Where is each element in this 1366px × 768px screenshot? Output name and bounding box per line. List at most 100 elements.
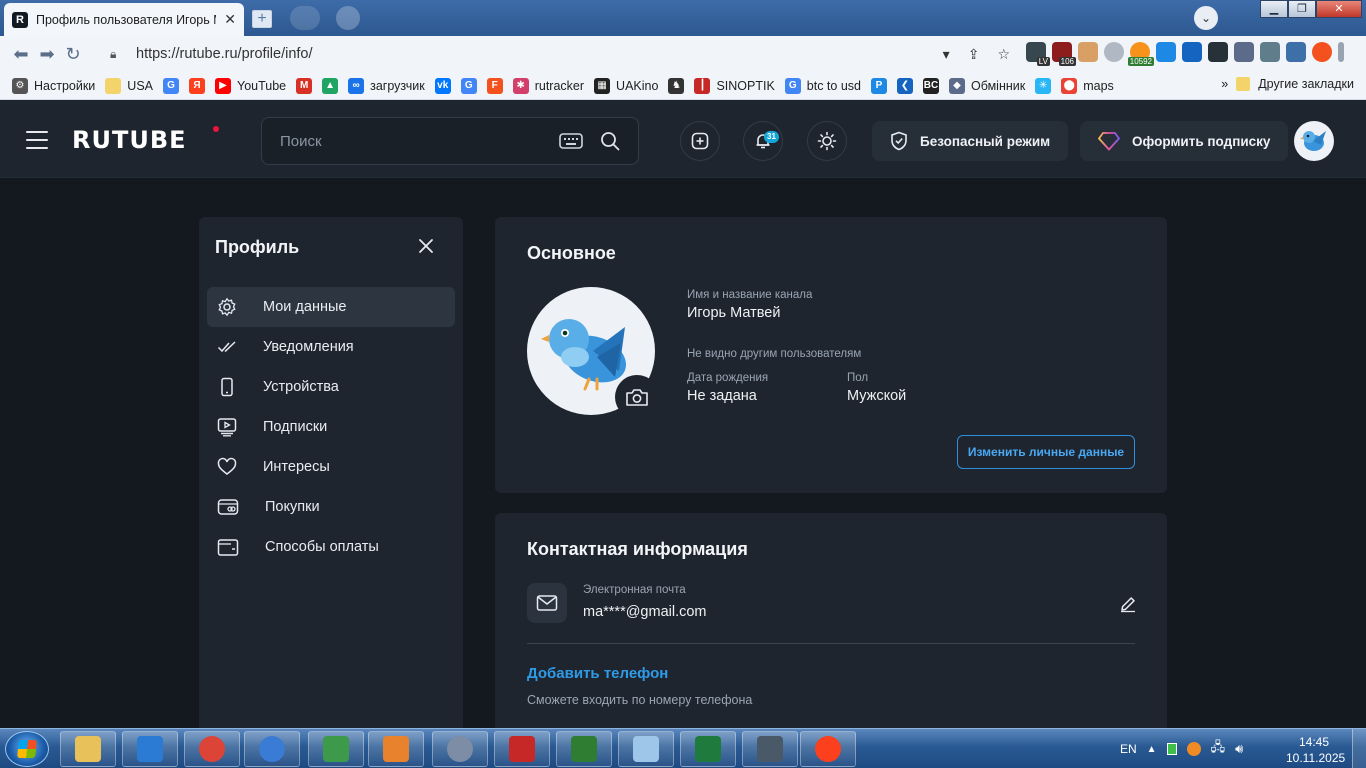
- menu-dots-icon[interactable]: [1338, 42, 1344, 62]
- sidebar-item-my-data[interactable]: Мои данные: [207, 287, 455, 327]
- system-clock[interactable]: 14:45 10.11.2025: [1286, 734, 1345, 766]
- extension-download-icon[interactable]: [1156, 42, 1176, 62]
- extension-globe-icon[interactable]: LV: [1026, 42, 1050, 66]
- taskbar-app-button[interactable]: [184, 731, 240, 767]
- sidebar-item-notifications[interactable]: Уведомления: [207, 327, 455, 367]
- forward-icon[interactable]: ➡: [34, 44, 60, 65]
- subscribe-button[interactable]: Оформить подписку: [1080, 121, 1289, 161]
- keyboard-icon[interactable]: [559, 132, 583, 150]
- taskbar-app-button[interactable]: [800, 731, 856, 767]
- bookmark-item[interactable]: ⬤ maps: [1061, 77, 1114, 94]
- taskbar-app-button[interactable]: [60, 731, 116, 767]
- taskbar-app-button[interactable]: [494, 731, 550, 767]
- chevron-down-icon[interactable]: ▾: [943, 46, 950, 63]
- browser-tab-active[interactable]: R Профиль пользователя Игорь Ма ✕: [4, 3, 244, 36]
- tab-search-chevron-icon[interactable]: ⌄: [1194, 6, 1218, 30]
- bookmark-item[interactable]: ✳: [1035, 77, 1052, 94]
- window-close-button[interactable]: ✕: [1316, 0, 1362, 18]
- search-icon[interactable]: [600, 131, 620, 151]
- language-indicator[interactable]: EN: [1120, 742, 1137, 756]
- minimize-button[interactable]: ▁: [1260, 0, 1288, 18]
- taskbar-app-button[interactable]: [122, 731, 178, 767]
- battery-icon[interactable]: [1166, 743, 1177, 755]
- sidebar-item-interests[interactable]: Интересы: [207, 447, 455, 487]
- taskbar-app-button[interactable]: [308, 731, 364, 767]
- bookmark-item[interactable]: BC: [922, 77, 939, 94]
- tray-app-icon[interactable]: [1186, 742, 1201, 756]
- tray-expand-icon[interactable]: ▲: [1147, 744, 1157, 755]
- sidebar-item-purchases[interactable]: Покупки: [207, 487, 455, 527]
- safe-mode-button[interactable]: Безопасный режим: [872, 121, 1069, 161]
- bookmark-item[interactable]: ❮: [896, 77, 913, 94]
- extension-face-icon[interactable]: [1078, 42, 1098, 62]
- bookmark-item[interactable]: ⚙ Настройки: [12, 77, 95, 94]
- bookmark-item[interactable]: ∞ загрузчик: [348, 77, 425, 94]
- new-tab-button[interactable]: +: [252, 10, 272, 28]
- edit-personal-data-button[interactable]: Изменить личные данные: [957, 435, 1135, 469]
- bookmark-item[interactable]: P: [870, 77, 887, 94]
- bookmark-item[interactable]: USA: [105, 77, 153, 94]
- sidebar-item-payment-methods[interactable]: Способы оплаты: [207, 527, 455, 567]
- network-icon[interactable]: 🖧︎: [1211, 738, 1226, 760]
- back-icon[interactable]: ⬅: [8, 44, 34, 65]
- add-phone-link[interactable]: Добавить телефон: [527, 665, 668, 682]
- bookmark-item[interactable]: Gbtc to usd: [784, 77, 861, 94]
- url-text[interactable]: https://rutube.ru/profile/info/: [136, 46, 943, 62]
- bookmark-item[interactable]: G: [163, 77, 179, 94]
- taskbar-app-button[interactable]: [618, 731, 674, 767]
- taskbar-app-button[interactable]: [556, 731, 612, 767]
- bookmark-item[interactable]: F: [486, 77, 503, 94]
- taskbar-app-button[interactable]: [680, 731, 736, 767]
- explorer-icon: [75, 736, 101, 762]
- close-tab-icon[interactable]: ✕: [224, 11, 236, 28]
- change-avatar-button[interactable]: [615, 375, 659, 419]
- volume-icon[interactable]: 🔊︎: [1235, 741, 1243, 757]
- bookmark-item[interactable]: M: [296, 77, 313, 94]
- extension-y-icon[interactable]: [1182, 42, 1202, 62]
- user-avatar[interactable]: [1294, 121, 1334, 161]
- taskbar-app-button[interactable]: [368, 731, 424, 767]
- close-icon[interactable]: [417, 237, 435, 255]
- bookmark-item[interactable]: ▦ UAKino: [594, 77, 658, 94]
- bookmark-star-icon[interactable]: ☆: [997, 46, 1010, 63]
- taskbar-app-button[interactable]: [432, 731, 488, 767]
- address-bar[interactable]: 🔒︎ https://rutube.ru/profile/info/ ▾ ⇪ ☆: [100, 40, 1020, 68]
- extension-bitcoin-icon[interactable]: 10592: [1127, 42, 1154, 66]
- bookmark-item[interactable]: ▲: [322, 77, 339, 94]
- other-bookmarks-button[interactable]: Другие закладки: [1258, 77, 1354, 91]
- sidebar-item-subscriptions[interactable]: Подписки: [207, 407, 455, 447]
- taskbar-app-button[interactable]: [742, 731, 798, 767]
- show-desktop-button[interactable]: [1352, 729, 1366, 768]
- reading-list-icon[interactable]: [1260, 42, 1280, 62]
- reload-icon[interactable]: ↻: [60, 44, 86, 65]
- upload-button[interactable]: [680, 121, 720, 161]
- menu-hamburger-icon[interactable]: [26, 131, 48, 155]
- share-icon[interactable]: ⇪: [968, 46, 980, 63]
- bookmark-item[interactable]: Я: [189, 77, 205, 94]
- bookmark-item[interactable]: ┃ SINOPTIK: [694, 77, 775, 94]
- downloads-icon[interactable]: [1286, 42, 1306, 62]
- bookmark-item[interactable]: ✱ rutracker: [512, 77, 584, 94]
- bookmark-item[interactable]: G: [460, 77, 477, 94]
- profile-icon[interactable]: [1312, 42, 1332, 62]
- bookmark-item[interactable]: ◆ Обмінник: [948, 77, 1025, 94]
- extensions-puzzle-icon[interactable]: [1234, 42, 1254, 62]
- thermometer-icon: ┃: [694, 77, 711, 94]
- bookmark-item[interactable]: vk: [434, 77, 451, 94]
- more-bookmarks-button[interactable]: »: [1221, 77, 1228, 91]
- maximize-button[interactable]: ❐: [1288, 0, 1316, 18]
- bookmark-item[interactable]: ♞: [668, 77, 685, 94]
- extension-coin-icon[interactable]: [1104, 42, 1124, 62]
- start-button[interactable]: [5, 731, 49, 767]
- sidebar-item-devices[interactable]: Устройства: [207, 367, 455, 407]
- extension-calendar-icon[interactable]: 106: [1052, 42, 1076, 66]
- extension-arrow-icon[interactable]: [1208, 42, 1228, 62]
- taskbar-app-button[interactable]: [244, 731, 300, 767]
- bookmark-item[interactable]: ▶ YouTube: [215, 77, 286, 94]
- notifications-button[interactable]: 31: [743, 121, 783, 161]
- lock-icon[interactable]: 🔒︎: [110, 47, 124, 62]
- rutube-logo[interactable]: RUTUBE: [72, 126, 187, 154]
- theme-toggle-button[interactable]: [807, 121, 847, 161]
- edit-pencil-icon[interactable]: [1119, 595, 1137, 613]
- search-input[interactable]: Поиск: [261, 117, 639, 165]
